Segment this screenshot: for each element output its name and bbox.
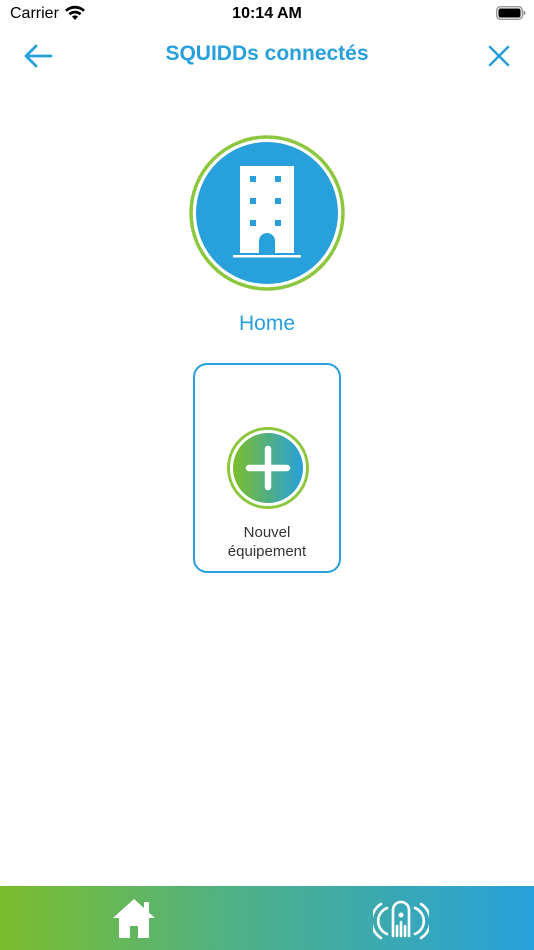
tab-squidd[interactable] (267, 886, 534, 950)
battery-icon (496, 6, 526, 20)
tab-home[interactable] (0, 886, 267, 950)
new-equipment-label-line2: équipement (227, 543, 307, 560)
status-bar: Carrier 10:14 AM (0, 0, 534, 28)
new-equipment-label: Nouvel équipement (195, 523, 339, 561)
building-icon (233, 166, 301, 258)
page-title: SQUIDDs connectés (165, 42, 369, 65)
new-equipment-card[interactable]: Nouvel équipement (193, 363, 341, 573)
squidd-device-icon (373, 900, 429, 940)
new-equipment-label-line1: Nouvel (243, 524, 291, 541)
place-home-button[interactable] (189, 135, 345, 291)
plus-icon (227, 427, 309, 509)
place-label[interactable]: Home (0, 312, 534, 336)
home-icon (113, 899, 155, 938)
navigation-bar: SQUIDDs connectés (0, 30, 534, 80)
clock: 10:14 AM (232, 5, 302, 22)
close-icon[interactable] (486, 43, 512, 69)
tab-bar (0, 886, 534, 950)
